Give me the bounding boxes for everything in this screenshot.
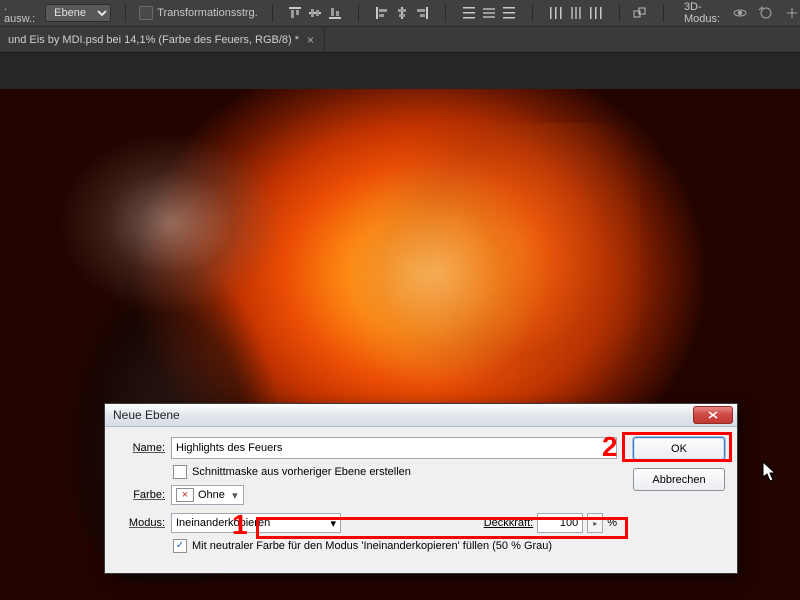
separator <box>619 4 620 22</box>
color-value: Ohne <box>198 489 225 501</box>
distribute-hcenter-icon[interactable] <box>567 4 585 22</box>
transform-controls-label: Transformationsstrg. <box>157 7 257 19</box>
align-right-icon[interactable] <box>413 4 431 22</box>
dialog-form: Name: Schnittmaske aus vorheriger Ebene … <box>117 437 617 559</box>
name-input[interactable] <box>171 437 617 459</box>
color-row: Farbe: × Ohne ▾ <box>117 485 617 505</box>
color-label: Farbe: <box>117 489 165 501</box>
options-bar: . ausw.: Ebene Transformationsstrg. <box>0 0 800 27</box>
distribute-icons-group-2 <box>547 4 605 22</box>
color-combo[interactable]: × Ohne ▾ <box>171 485 244 505</box>
fill-row[interactable]: Mit neutraler Farbe für den Modus 'Inein… <box>173 539 617 553</box>
align-icons-group-2 <box>373 4 431 22</box>
align-icons-group-1 <box>286 4 344 22</box>
dialog-titlebar[interactable]: Neue Ebene <box>105 404 737 427</box>
ok-button[interactable]: OK <box>633 437 725 460</box>
distribute-bottom-icon[interactable] <box>500 4 518 22</box>
canvas-area: Neue Ebene Name: Schnittmaske aus vorher… <box>0 53 800 600</box>
align-hcenter-icon[interactable] <box>393 4 411 22</box>
layer-dropdown[interactable]: Ebene <box>45 4 110 22</box>
clipmask-checkbox[interactable] <box>173 465 187 479</box>
mode3d-roll-icon[interactable] <box>758 4 774 22</box>
document-tab-title: und Eis by MDI.psd bei 14,1% (Farbe des … <box>8 34 299 46</box>
opacity-label: Deckkraft: <box>484 517 534 529</box>
ok-button-label: OK <box>671 443 687 455</box>
new-layer-dialog: Neue Ebene Name: Schnittmaske aus vorher… <box>104 403 738 574</box>
separator <box>532 4 533 22</box>
align-top-icon[interactable] <box>286 4 304 22</box>
opacity-suffix: % <box>607 517 617 529</box>
clipmask-label: Schnittmaske aus vorheriger Ebene erstel… <box>192 466 411 478</box>
mode-label: Modus: <box>117 517 165 529</box>
opacity-group: Deckkraft: ▸ % <box>484 513 617 533</box>
cancel-button-label: Abbrechen <box>652 474 705 486</box>
dialog-title: Neue Ebene <box>113 408 180 422</box>
name-label: Name: <box>117 442 165 454</box>
name-row: Name: <box>117 437 617 459</box>
align-vcenter-icon[interactable] <box>306 4 324 22</box>
canvas-gutter <box>0 53 800 89</box>
checkbox-box <box>139 6 153 20</box>
align-left-icon[interactable] <box>373 4 391 22</box>
chevron-down-icon: ▾ <box>330 517 336 530</box>
mode3d-label: 3D-Modus: <box>684 1 722 25</box>
document-tab[interactable]: und Eis by MDI.psd bei 14,1% (Farbe des … <box>0 27 325 52</box>
mode-value: Ineinanderkopieren <box>176 517 270 529</box>
separator <box>272 4 273 22</box>
fill-label: Mit neutraler Farbe für den Modus 'Inein… <box>192 540 552 552</box>
close-icon <box>708 411 718 419</box>
separator <box>445 4 446 22</box>
distribute-right-icon[interactable] <box>587 4 605 22</box>
transform-controls-checkbox[interactable]: Transformationsstrg. <box>139 6 257 20</box>
distribute-top-icon[interactable] <box>460 4 478 22</box>
separator <box>125 4 126 22</box>
clipmask-row[interactable]: Schnittmaske aus vorheriger Ebene erstel… <box>173 465 617 479</box>
none-swatch-icon: × <box>176 488 194 502</box>
cancel-button[interactable]: Abbrechen <box>633 468 725 491</box>
align-bottom-icon[interactable] <box>326 4 344 22</box>
mode3d-orbit-icon[interactable] <box>732 4 748 22</box>
mode-row: Modus: Ineinanderkopieren ▾ Deckkraft: ▸… <box>117 513 617 533</box>
close-icon[interactable]: × <box>307 34 314 46</box>
separator <box>663 4 664 22</box>
fill-checkbox[interactable] <box>173 539 187 553</box>
auto-align-icon[interactable] <box>633 4 649 22</box>
distribute-icons-group-1 <box>460 4 518 22</box>
tab-bar: und Eis by MDI.psd bei 14,1% (Farbe des … <box>0 27 800 53</box>
chevron-down-icon: ▾ <box>229 489 241 502</box>
dialog-body: Name: Schnittmaske aus vorheriger Ebene … <box>105 427 737 573</box>
window-close-button[interactable] <box>693 406 733 424</box>
opacity-stepper[interactable]: ▸ <box>587 513 603 533</box>
distribute-vcenter-icon[interactable] <box>480 4 498 22</box>
mode3d-pan-icon[interactable] <box>784 4 800 22</box>
separator <box>358 4 359 22</box>
opacity-input[interactable] <box>537 513 583 533</box>
dialog-button-column: OK Abbrechen <box>633 437 725 559</box>
mode-combo[interactable]: Ineinanderkopieren ▾ <box>171 513 341 533</box>
auto-select-label: . ausw.: <box>4 1 35 25</box>
distribute-left-icon[interactable] <box>547 4 565 22</box>
